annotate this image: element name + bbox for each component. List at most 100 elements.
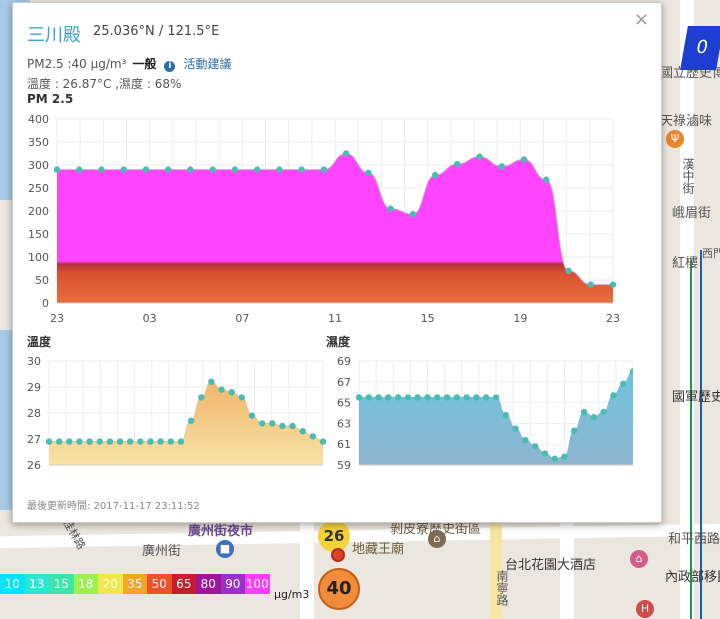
data-point [289,422,296,430]
data-point [208,378,215,385]
y-tick-label: 59 [337,459,351,472]
data-point [299,428,306,435]
x-tick-label: 23 [606,312,620,325]
y-tick-label: 400 [28,113,49,126]
map-label: 地藏王廟 [352,542,405,557]
data-point [137,438,144,445]
data-point [66,438,73,445]
data-point [463,394,470,401]
data-point [228,389,235,396]
legend-swatch: 20 [98,574,123,594]
data-point [106,438,114,445]
sensor-marker-selected[interactable]: 40 [318,568,360,610]
data-point [561,453,568,460]
info-icon[interactable]: i [164,61,176,72]
data-point [165,166,172,173]
activity-advice-link[interactable]: 活動建議 [183,57,231,71]
pm-color-legend: 10 13 15 18 20 35 50 65 80 90 100 [0,574,270,594]
air-quality-level: 一般 [132,57,157,71]
data-point [53,166,61,173]
data-point [45,438,53,445]
hospital-icon[interactable]: H [636,600,654,618]
data-point [218,386,225,393]
y-tick-label: 50 [35,274,49,287]
data-point [342,150,350,157]
data-point [571,427,578,434]
data-point [86,438,93,445]
data-point [409,211,417,218]
station-coords: 25.036°N / 121.5°E [93,24,220,39]
humidity-chart-title: 濕度 [326,335,351,349]
station-count-badge[interactable]: 0 [680,26,720,70]
y-tick-label: 65 [337,397,351,410]
restaurant-icon[interactable]: Ψ [666,130,684,148]
legend-swatch: 13 [24,574,49,594]
map-label: 漢中街 [681,158,695,194]
data-point [120,166,127,173]
map-label: 廣州街 [142,544,182,559]
data-point [258,420,266,427]
data-point [453,394,461,401]
y-tick-label: 30 [27,355,41,368]
sensor-marker-secondary[interactable]: 26 [318,520,350,552]
y-tick-label: 150 [28,228,49,241]
data-point [476,153,483,160]
temple-icon[interactable]: ⌂ [428,530,446,548]
shopping-icon[interactable]: ■ [216,540,234,558]
data-point [492,394,500,401]
x-tick-label: 23 [50,312,64,325]
data-point [522,436,529,444]
data-point [298,166,305,173]
legend-swatch: 80 [196,574,221,594]
metro-line [700,250,702,619]
series-area [57,153,613,303]
map-label: 紅樓 [672,256,699,271]
y-tick-label: 61 [337,438,351,451]
map-label: 峨眉街 [672,206,712,221]
x-tick-label: 07 [235,312,249,325]
data-point [126,438,134,445]
close-icon[interactable]: × [634,9,649,30]
data-point [512,425,519,432]
station-name: 三川殿 [27,25,81,46]
legend-swatch: 90 [220,574,245,594]
data-point [483,394,490,401]
legend-unit: μg/m3 [274,588,310,601]
selected-location-pin[interactable] [331,548,345,562]
data-point [187,166,194,173]
data-point [365,394,372,401]
map-label: 西門 [702,247,720,260]
y-tick-label: 0 [42,297,49,310]
x-tick-label: 19 [513,312,527,325]
data-point [424,394,431,401]
data-point [431,171,439,179]
data-point [387,205,394,212]
data-point [167,438,174,445]
temperature-chart: 26 27 28 29 30 [27,355,327,472]
data-point [365,169,372,177]
x-tick-label: 15 [421,312,435,325]
data-point [473,394,480,401]
data-point [375,394,382,401]
legend-swatch: 100 [245,574,270,594]
last-updated: 最後更新時間: 2017-11-17 23:11:52 [27,501,200,512]
pm25-chart: 0 50 100 150 200 250 300 350 400 23 03 07 11 15 19 23 [28,113,620,325]
road [300,520,314,619]
data-point [565,267,572,274]
map-label: 台北花園大酒店 [505,558,597,573]
data-point [76,166,83,173]
data-point [404,394,412,401]
hotel-icon[interactable]: ⌂ [630,550,648,568]
y-tick-label: 300 [28,159,49,172]
data-point [502,411,509,419]
data-point [96,438,103,445]
climate-summary: 溫度 : 26.87°C ,濕度 : 68% [27,77,182,91]
data-point [443,394,451,401]
data-point [355,394,363,401]
y-tick-label: 63 [337,417,351,430]
data-point [385,394,392,401]
data-point [551,455,558,462]
data-point [414,394,421,401]
data-point [142,166,150,173]
y-tick-label: 28 [27,407,41,420]
